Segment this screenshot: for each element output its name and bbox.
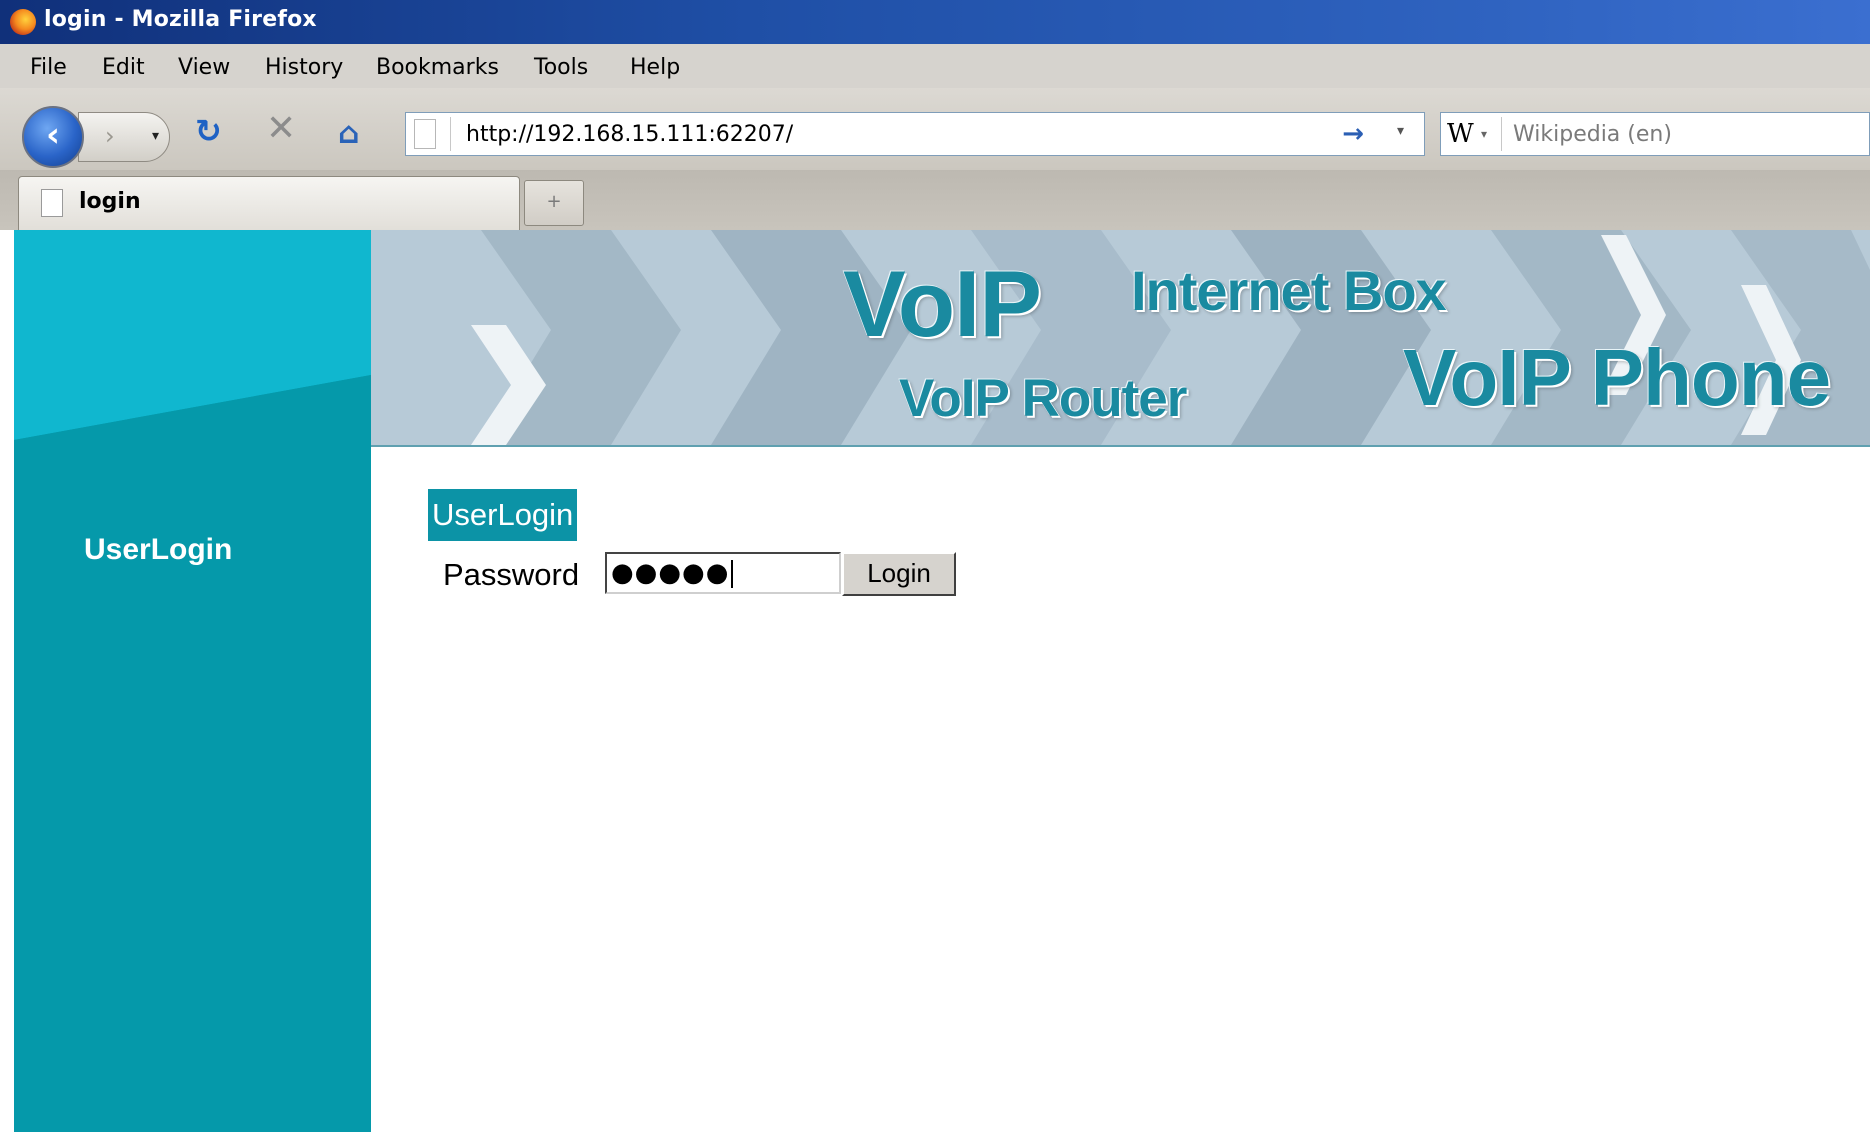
search-divider: [1501, 117, 1502, 151]
menu-bar: File Edit View History Bookmarks Tools H…: [0, 44, 1870, 89]
sidebar-link-userlogin[interactable]: UserLogin: [84, 533, 232, 567]
menu-file[interactable]: File: [30, 55, 67, 80]
tab-title: login: [79, 189, 141, 214]
menu-help[interactable]: Help: [630, 55, 680, 80]
engine-dropdown-icon[interactable]: ▾: [1481, 127, 1487, 141]
password-label: Password: [443, 557, 580, 592]
banner: VoIP Internet Box VoIP Router VoIP Phone: [371, 230, 1870, 447]
new-tab-button[interactable]: +: [524, 180, 584, 226]
reload-icon[interactable]: ↻: [195, 112, 222, 150]
password-field[interactable]: ●●●●●: [605, 552, 841, 594]
home-icon[interactable]: ⌂: [338, 116, 359, 151]
banner-voip-router: VoIP Router: [899, 369, 1187, 428]
wikipedia-icon[interactable]: W: [1447, 119, 1474, 149]
back-button[interactable]: ‹: [22, 106, 84, 168]
password-value: ●●●●●: [611, 558, 730, 588]
url-text[interactable]: http://192.168.15.111:62207/: [466, 122, 793, 147]
sidebar-header-graphic: [14, 230, 371, 460]
menu-tools[interactable]: Tools: [534, 55, 588, 80]
forward-arrow-icon: ›: [105, 122, 115, 150]
page-icon: [414, 119, 436, 149]
stop-icon[interactable]: ✕: [266, 108, 296, 149]
url-bar[interactable]: http://192.168.15.111:62207/ → ▾: [405, 112, 1425, 156]
url-divider: [450, 117, 451, 151]
search-bar[interactable]: W ▾ Wikipedia (en): [1440, 112, 1870, 156]
login-button[interactable]: Login: [842, 552, 956, 596]
sidebar: UserLogin: [14, 230, 371, 1132]
window-title-bar: login - Mozilla Firefox: [0, 0, 1870, 45]
page-icon: [41, 189, 63, 217]
banner-voip: VoIP: [843, 251, 1042, 356]
url-dropdown-icon[interactable]: ▾: [1397, 123, 1404, 139]
text-caret: [731, 559, 734, 588]
search-placeholder[interactable]: Wikipedia (en): [1513, 122, 1672, 147]
menu-view[interactable]: View: [178, 55, 230, 80]
window-title: login - Mozilla Firefox: [44, 7, 317, 32]
forward-button[interactable]: › ▾: [78, 112, 170, 162]
section-title: UserLogin: [428, 489, 578, 541]
history-dropdown-icon[interactable]: ▾: [152, 113, 159, 159]
menu-history[interactable]: History: [265, 55, 343, 80]
firefox-icon: [10, 9, 36, 35]
menu-bookmarks[interactable]: Bookmarks: [376, 55, 499, 80]
page-left-border: [0, 230, 14, 1132]
banner-voip-phone: VoIP Phone: [1403, 333, 1831, 422]
back-arrow-icon: ‹: [45, 115, 60, 155]
banner-internet-box: Internet Box: [1131, 259, 1447, 322]
tab-login[interactable]: login: [18, 176, 520, 230]
menu-edit[interactable]: Edit: [102, 55, 145, 80]
go-arrow-icon[interactable]: →: [1342, 119, 1364, 149]
